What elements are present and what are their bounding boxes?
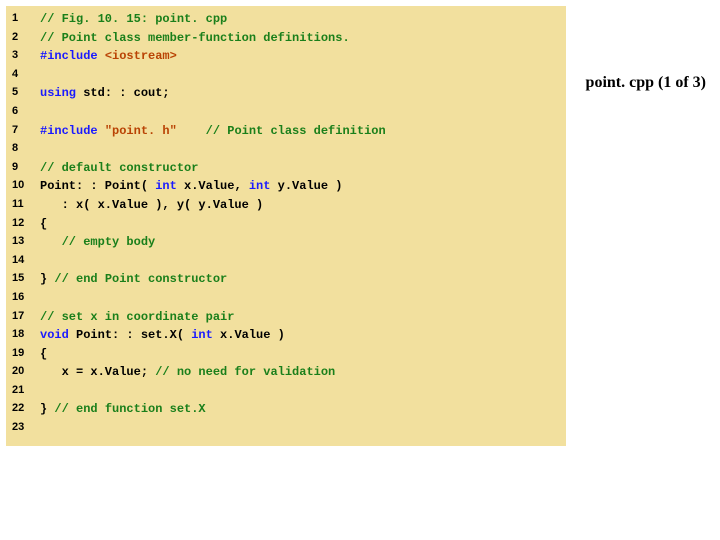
code-text: // empty body bbox=[40, 233, 560, 252]
code-line: 12{ bbox=[12, 215, 560, 234]
code-text bbox=[40, 103, 560, 122]
code-line: 9// default constructor bbox=[12, 159, 560, 178]
line-number: 17 bbox=[12, 308, 40, 327]
code-line: 16 bbox=[12, 289, 560, 308]
code-line: 1// Fig. 10. 15: point. cpp bbox=[12, 10, 560, 29]
code-line: 13 // empty body bbox=[12, 233, 560, 252]
line-number: 10 bbox=[12, 177, 40, 196]
line-number: 21 bbox=[12, 382, 40, 401]
code-line: 10Point: : Point( int x.Value, int y.Val… bbox=[12, 177, 560, 196]
line-number: 1 bbox=[12, 10, 40, 29]
code-line: 3#include <iostream> bbox=[12, 47, 560, 66]
code-line: 6 bbox=[12, 103, 560, 122]
code-line: 18void Point: : set.X( int x.Value ) bbox=[12, 326, 560, 345]
code-text bbox=[40, 289, 560, 308]
code-text: } // end function set.X bbox=[40, 400, 560, 419]
code-text: { bbox=[40, 215, 560, 234]
line-number: 9 bbox=[12, 159, 40, 178]
code-text bbox=[40, 419, 560, 438]
code-text bbox=[40, 252, 560, 271]
code-line: 20 x = x.Value; // no need for validatio… bbox=[12, 363, 560, 382]
code-line: 5using std: : cout; bbox=[12, 84, 560, 103]
code-line: 19{ bbox=[12, 345, 560, 364]
code-text: // set x in coordinate pair bbox=[40, 308, 560, 327]
code-line: 7#include "point. h" // Point class defi… bbox=[12, 122, 560, 141]
code-line: 22} // end function set.X bbox=[12, 400, 560, 419]
code-text: // default constructor bbox=[40, 159, 560, 178]
code-text: // Point class member-function definitio… bbox=[40, 29, 560, 48]
code-line: 23 bbox=[12, 419, 560, 438]
line-number: 4 bbox=[12, 66, 40, 85]
slide-label: point. cpp (1 of 3) bbox=[586, 74, 706, 92]
code-text: { bbox=[40, 345, 560, 364]
line-number: 7 bbox=[12, 122, 40, 141]
line-number: 14 bbox=[12, 252, 40, 271]
code-line: 15} // end Point constructor bbox=[12, 270, 560, 289]
code-panel: 1// Fig. 10. 15: point. cpp2// Point cla… bbox=[6, 6, 566, 446]
line-number: 23 bbox=[12, 419, 40, 438]
code-text bbox=[40, 382, 560, 401]
line-number: 13 bbox=[12, 233, 40, 252]
code-line: 17// set x in coordinate pair bbox=[12, 308, 560, 327]
line-number: 11 bbox=[12, 196, 40, 215]
code-text: x = x.Value; // no need for validation bbox=[40, 363, 560, 382]
code-text: void Point: : set.X( int x.Value ) bbox=[40, 326, 560, 345]
code-text: Point: : Point( int x.Value, int y.Value… bbox=[40, 177, 560, 196]
line-number: 3 bbox=[12, 47, 40, 66]
code-line: 2// Point class member-function definiti… bbox=[12, 29, 560, 48]
code-line: 11 : x( x.Value ), y( y.Value ) bbox=[12, 196, 560, 215]
line-number: 15 bbox=[12, 270, 40, 289]
line-number: 18 bbox=[12, 326, 40, 345]
line-number: 20 bbox=[12, 363, 40, 382]
line-number: 22 bbox=[12, 400, 40, 419]
code-text bbox=[40, 140, 560, 159]
line-number: 5 bbox=[12, 84, 40, 103]
line-number: 16 bbox=[12, 289, 40, 308]
line-number: 8 bbox=[12, 140, 40, 159]
code-text: #include <iostream> bbox=[40, 47, 560, 66]
code-text: // Fig. 10. 15: point. cpp bbox=[40, 10, 560, 29]
line-number: 2 bbox=[12, 29, 40, 48]
code-text: using std: : cout; bbox=[40, 84, 560, 103]
code-line: 4 bbox=[12, 66, 560, 85]
code-line: 14 bbox=[12, 252, 560, 271]
code-text: } // end Point constructor bbox=[40, 270, 560, 289]
line-number: 12 bbox=[12, 215, 40, 234]
code-text bbox=[40, 66, 560, 85]
code-line: 21 bbox=[12, 382, 560, 401]
code-text: #include "point. h" // Point class defin… bbox=[40, 122, 560, 141]
line-number: 19 bbox=[12, 345, 40, 364]
line-number: 6 bbox=[12, 103, 40, 122]
code-text: : x( x.Value ), y( y.Value ) bbox=[40, 196, 560, 215]
code-line: 8 bbox=[12, 140, 560, 159]
